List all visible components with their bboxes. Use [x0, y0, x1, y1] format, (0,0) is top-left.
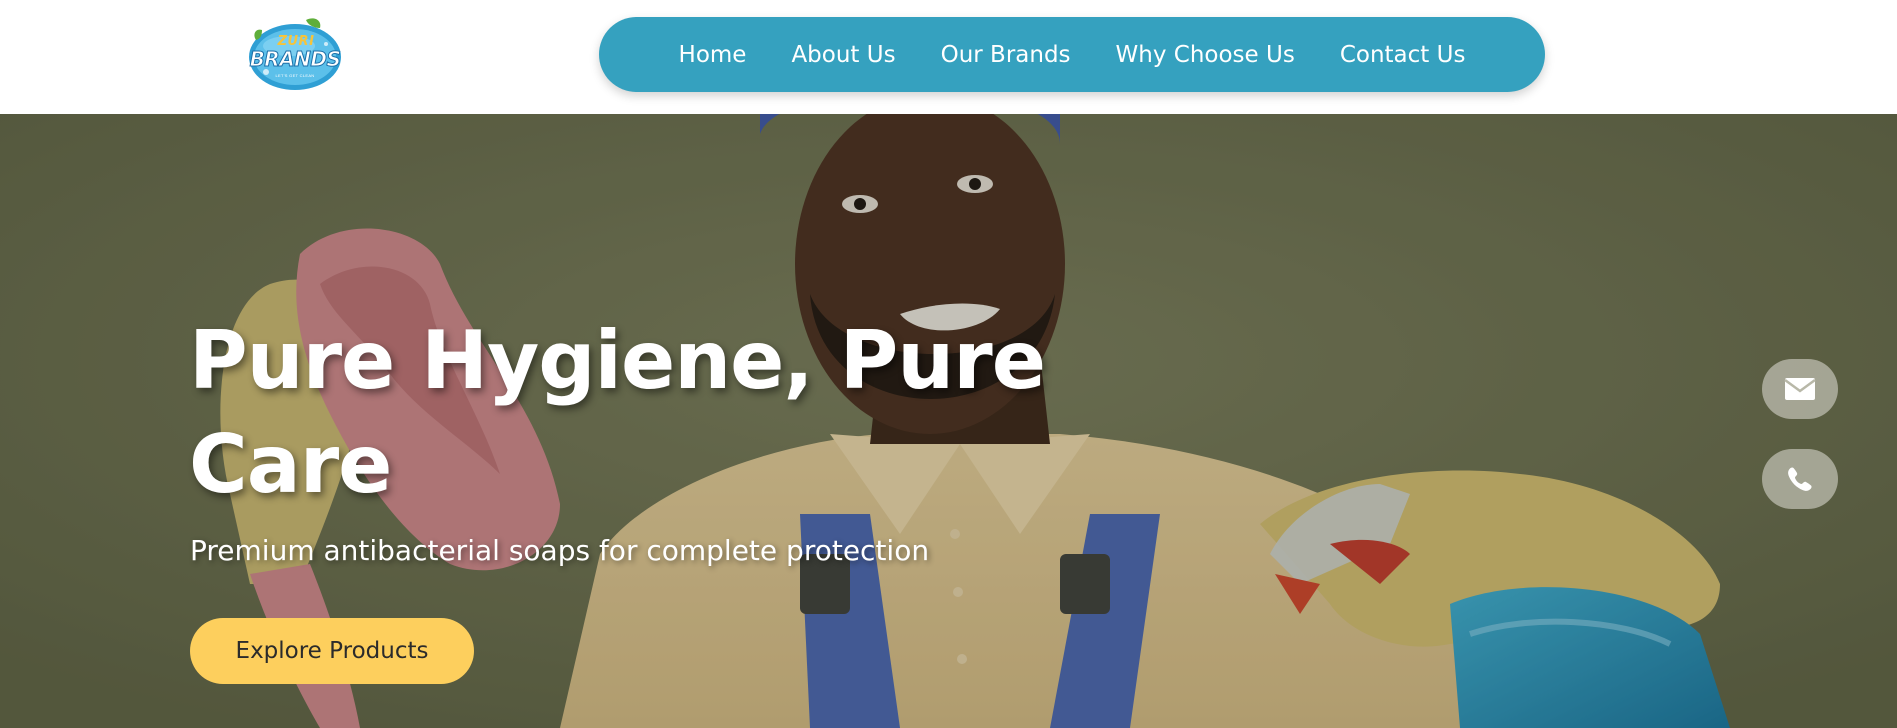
nav-item-contact-us[interactable]: Contact Us: [1340, 42, 1466, 68]
hero-title: Pure Hygiene, Pure Care: [189, 314, 1046, 511]
email-contact-button[interactable]: [1762, 359, 1838, 419]
logo-text-brands: BRANDS: [249, 47, 341, 72]
explore-products-button[interactable]: Explore Products: [190, 618, 474, 684]
phone-contact-button[interactable]: [1762, 449, 1838, 509]
nav-item-home[interactable]: Home: [679, 42, 747, 68]
main-navigation: Home About Us Our Brands Why Choose Us C…: [599, 17, 1545, 92]
site-header: ZURI BRANDS LET'S GET CLEAN Home About U…: [0, 0, 1897, 114]
hero-subtitle: Premium antibacterial soaps for complete…: [190, 534, 930, 567]
logo-tagline: LET'S GET CLEAN: [275, 73, 315, 78]
phone-icon: [1788, 467, 1812, 491]
nav-item-about-us[interactable]: About Us: [791, 42, 895, 68]
zuri-brands-logo[interactable]: ZURI BRANDS LET'S GET CLEAN: [244, 14, 346, 94]
envelope-icon: [1784, 378, 1816, 400]
hero-section: Pure Hygiene, Pure Care Premium antibact…: [0, 114, 1897, 728]
nav-item-why-choose-us[interactable]: Why Choose Us: [1116, 42, 1295, 68]
nav-item-our-brands[interactable]: Our Brands: [941, 42, 1071, 68]
